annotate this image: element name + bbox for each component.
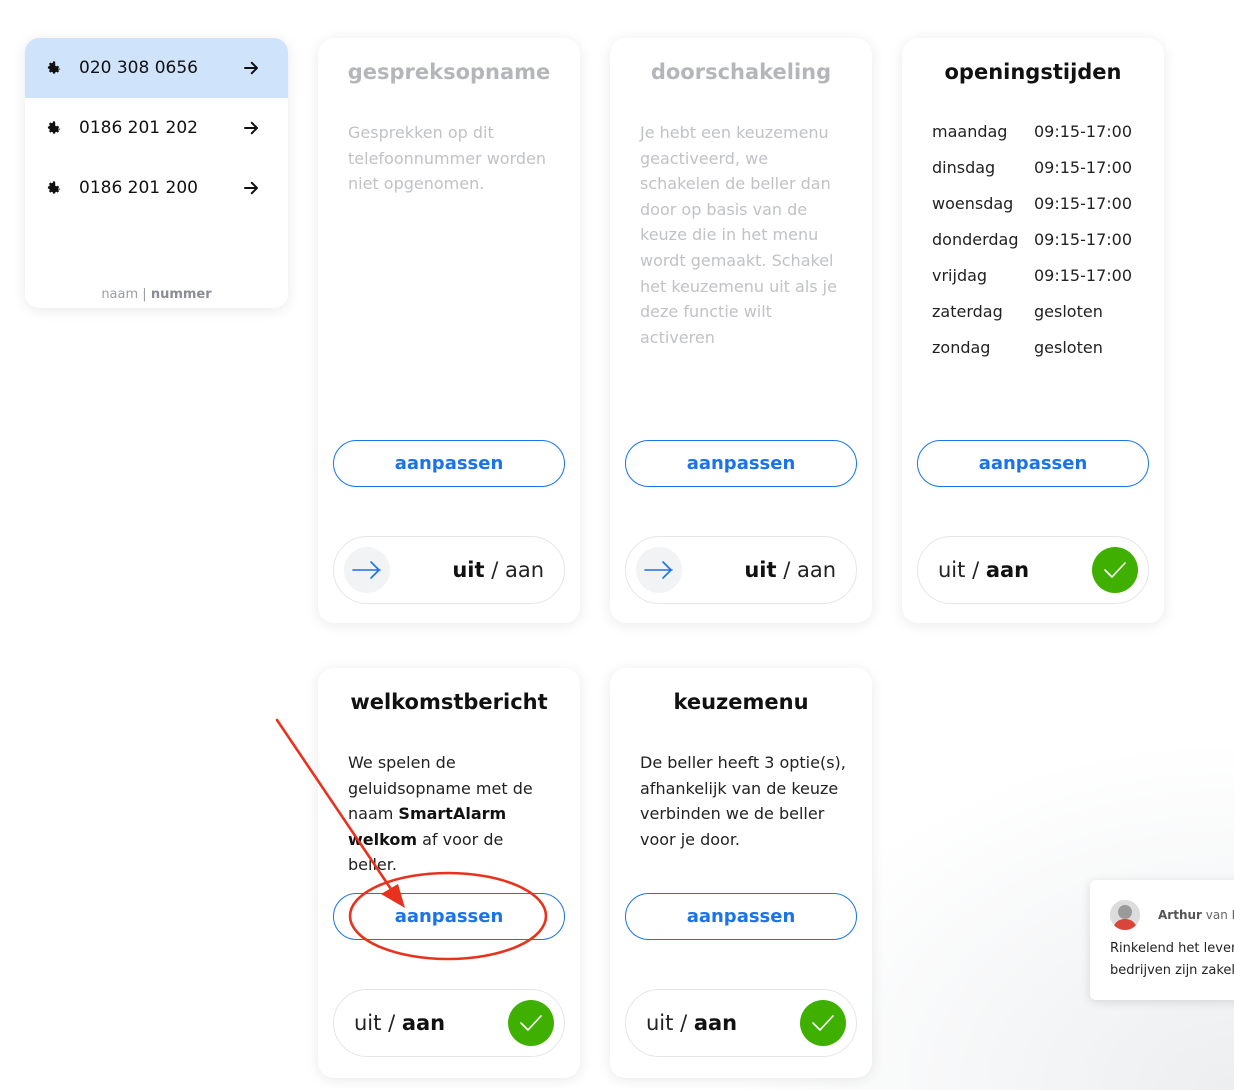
card-description: We spelen de geluidsopname met de naam S… [348, 750, 556, 878]
hours-day: woensdag [932, 194, 1014, 213]
toggle-knob [1092, 547, 1138, 593]
toggle-knob [636, 547, 682, 593]
chat-line: bedrijven zijn zakelij [1110, 963, 1234, 978]
hours-time: 09:15-17:00 [1034, 158, 1132, 177]
aanpassen-button[interactable]: aanpassen [333, 440, 565, 487]
hours-day: zaterdag [932, 302, 1003, 321]
toggle-on-label: aan [985, 558, 1030, 582]
hours-day: maandag [932, 122, 1008, 141]
card-openingstijden: openingstijden maandag 09:15-17:00 dinsda… [902, 38, 1164, 623]
toggle-off-label: uit [938, 558, 966, 582]
phone-number: 0186 201 200 [79, 178, 198, 198]
hours-day: dinsdag [932, 158, 996, 177]
toggle-separator: / [783, 558, 791, 582]
card-keuzemenu: keuzemenu De beller heeft 3 optie(s), af… [610, 668, 872, 1078]
card-description: Je hebt een keuzemenu geactiveerd, we sc… [640, 123, 837, 347]
card-title: welkomstbericht [350, 690, 548, 714]
card-title: openingstijden [944, 60, 1122, 84]
phone-item-1[interactable]: 020 308 0656 [25, 38, 288, 98]
toggle-knob [800, 1000, 846, 1046]
hours-time: 09:15-17:00 [1034, 230, 1132, 249]
aanpassen-button[interactable]: aanpassen [917, 440, 1149, 487]
toggle-off-label: uit [744, 558, 777, 582]
hours-day: donderdag [932, 230, 1019, 249]
phone-item-2[interactable]: 0186 201 202 [25, 98, 288, 158]
opening-hours-table: maandag 09:15-17:00 dinsdag 09:15-17:00 wo… [932, 114, 1132, 366]
chat-author: Arthur van Ri [1158, 908, 1234, 922]
toggle-knob [344, 547, 390, 593]
aanpassen-button[interactable]: aanpassen [625, 893, 857, 940]
arrow-right-icon [644, 561, 673, 579]
hours-row: zaterdag gesloten [932, 294, 1132, 330]
checkmark-icon [812, 1015, 834, 1031]
hours-time: 09:15-17:00 [1034, 122, 1132, 141]
arrow-right-icon [352, 561, 381, 579]
phone-item-3[interactable]: 0186 201 200 [25, 158, 288, 218]
on-off-toggle[interactable]: uit / aan [917, 536, 1149, 604]
on-off-toggle[interactable]: uit / aan [625, 536, 857, 604]
phone-number-list: 020 308 0656 0186 201 202 0186 201 200 n… [25, 38, 288, 308]
hours-time: 09:15-17:00 [1034, 194, 1132, 213]
author-rest: van Ri [1205, 908, 1234, 922]
toggle-number-option[interactable]: nummer [151, 287, 212, 302]
toggle-off-label: uit [646, 1011, 674, 1035]
on-off-toggle[interactable]: uit / aan [333, 989, 565, 1057]
name-number-toggle[interactable]: naam | nummer [25, 287, 288, 302]
card-description: De beller heeft 3 optie(s), afhankelijk … [640, 753, 846, 849]
toggle-separator: / [491, 558, 499, 582]
hours-row: vrijdag 09:15-17:00 [932, 258, 1132, 294]
chat-message: Rinkelend het leven bedrijven zijn zakel… [1110, 938, 1234, 982]
chat-widget[interactable]: Arthur van Ri Rinkelend het leven bedrij… [1090, 880, 1234, 1000]
checkmark-icon [520, 1015, 542, 1031]
hours-row: woensdag 09:15-17:00 [932, 186, 1132, 222]
toggle-separator: / [680, 1011, 688, 1035]
arrow-right-icon [244, 181, 258, 195]
gear-icon [47, 121, 61, 134]
hours-row: donderdag 09:15-17:00 [932, 222, 1132, 258]
toggle-name-option[interactable]: naam [101, 287, 138, 302]
avatar [1110, 900, 1140, 930]
author-first: Arthur [1158, 908, 1202, 922]
on-off-toggle[interactable]: uit / aan [625, 989, 857, 1057]
hours-row: zondag gesloten [932, 330, 1132, 366]
card-title: keuzemenu [673, 690, 809, 714]
toggle-on-label: aan [401, 1011, 446, 1035]
hours-time: gesloten [1034, 338, 1103, 357]
hours-time: gesloten [1034, 302, 1103, 321]
toggle-separator: / [388, 1011, 396, 1035]
card-title: doorschakeling [650, 60, 832, 84]
toggle-on-label: aan [504, 558, 544, 582]
gear-icon [47, 61, 61, 74]
toggle-off-label: uit [452, 558, 485, 582]
hours-time: 09:15-17:00 [1034, 266, 1132, 285]
gear-icon [47, 181, 61, 194]
card-title: gespreksopname [347, 60, 551, 84]
toggle-on-label: aan [693, 1011, 738, 1035]
aanpassen-button[interactable]: aanpassen [333, 893, 565, 940]
card-gespreksopname: gespreksopname Gesprekken op dit telefoo… [318, 38, 580, 623]
phone-number: 020 308 0656 [79, 58, 198, 78]
hours-row: dinsdag 09:15-17:00 [932, 150, 1132, 186]
toggle-knob [508, 1000, 554, 1046]
chat-line: Rinkelend het leven [1110, 941, 1234, 956]
hours-row: maandag 09:15-17:00 [932, 114, 1132, 150]
toggle-separator: | [142, 287, 147, 302]
hours-day: zondag [932, 338, 991, 357]
hours-day: vrijdag [932, 266, 988, 285]
phone-number: 0186 201 202 [79, 118, 198, 138]
toggle-separator: / [972, 558, 980, 582]
card-description: Gesprekken op dit telefoonnummer worden … [348, 123, 547, 194]
checkmark-icon [1104, 562, 1126, 578]
aanpassen-button[interactable]: aanpassen [625, 440, 857, 487]
arrow-right-icon [244, 121, 258, 135]
card-doorschakeling: doorschakeling Je hebt een keuzemenu gea… [610, 38, 872, 623]
toggle-off-label: uit [354, 1011, 382, 1035]
card-welkomstbericht: welkomstbericht We spelen de geluidsopna… [318, 668, 580, 1078]
person-icon [1110, 900, 1140, 930]
toggle-on-label: aan [796, 558, 836, 582]
arrow-right-icon [244, 61, 258, 75]
on-off-toggle[interactable]: uit / aan [333, 536, 565, 604]
